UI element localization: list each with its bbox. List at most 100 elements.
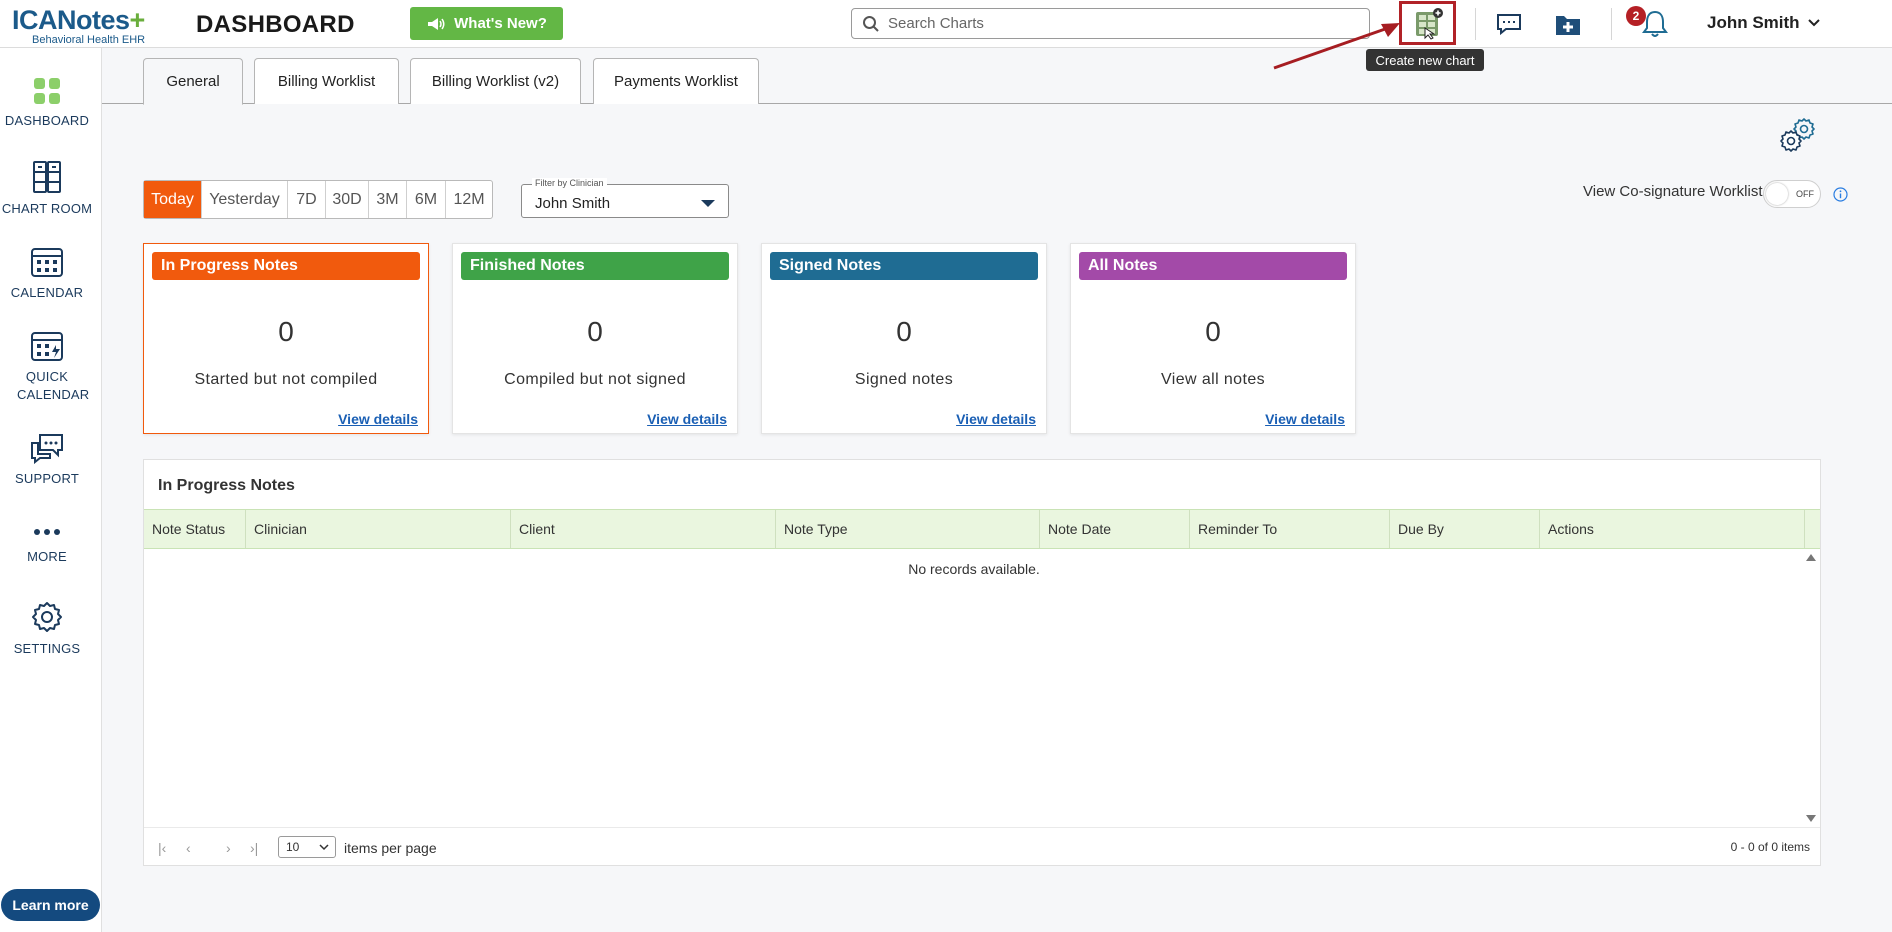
column-header-note-type[interactable]: Note Type (776, 510, 1040, 548)
pager-info: 0 - 0 of 0 items (1730, 840, 1810, 854)
clinician-filter-label: Filter by Clinician (532, 178, 607, 188)
create-new-chart-button[interactable] (1399, 1, 1456, 45)
search-icon (863, 15, 879, 32)
column-header-clinician[interactable]: Clinician (246, 510, 511, 548)
card-title: Finished Notes (461, 252, 729, 280)
view-details-link[interactable]: View details (1265, 411, 1345, 427)
prev-page-icon[interactable]: ‹ (186, 840, 191, 856)
range-option-30d[interactable]: 30D (326, 181, 369, 218)
card-description: Signed notes (854, 371, 954, 388)
page-title: DASHBOARD (196, 11, 355, 38)
card-count: 0 (1205, 316, 1221, 347)
pager: |‹ ‹ › ›| 10 items per page 0 - 0 of 0 i… (144, 827, 1820, 865)
settings-icon (32, 602, 62, 632)
info-icon[interactable] (1833, 187, 1848, 202)
calendar-icon (31, 248, 63, 277)
sidebar-item-settings[interactable]: SETTINGS (0, 600, 94, 658)
sidebar-item-quick-calendar[interactable]: QUICK CALENDAR (0, 330, 94, 404)
caret-down-icon (701, 200, 715, 207)
sidebar-item-calendar[interactable]: CALENDAR (0, 246, 94, 302)
logo-subtitle: Behavioral Health EHR (32, 34, 146, 46)
whats-new-label: What's New? (454, 15, 547, 32)
next-page-icon[interactable]: › (226, 840, 231, 856)
dashboard-settings-gear-icon[interactable] (1778, 116, 1818, 156)
sidebar: DASHBOARD CHART ROOM CALENDAR QUICK CALE… (0, 48, 102, 932)
sidebar-item-more[interactable]: MORE (0, 522, 94, 566)
card-title: In Progress Notes (152, 252, 420, 280)
sidebar-item-label: CHART ROOM (1, 201, 93, 216)
add-record-button[interactable] (1553, 9, 1583, 39)
clinician-filter-dropdown[interactable]: Filter by Clinician John Smith (521, 178, 729, 218)
in-progress-notes-grid: In Progress Notes Note Status Clinician … (143, 459, 1821, 866)
page-size-select[interactable]: 10 (278, 836, 336, 858)
range-option-12m[interactable]: 12M (446, 181, 492, 218)
top-bar: ICANotes+ Behavioral Health EHR DASHBOAR… (0, 0, 1892, 48)
more-icon (34, 529, 60, 535)
view-details-link[interactable]: View details (647, 411, 727, 427)
page-size-value: 10 (286, 840, 300, 854)
column-header-note-status[interactable]: Note Status (144, 510, 246, 548)
card-signed-notes[interactable]: Signed Notes 0 Signed notes View details (761, 243, 1047, 434)
chat-bubble-icon (1497, 14, 1521, 36)
tab-bar: General Billing Worklist Billing Worklis… (102, 48, 1892, 105)
divider (1475, 8, 1476, 40)
card-in-progress-notes[interactable]: In Progress Notes 0 Started but not comp… (143, 243, 429, 434)
view-details-link[interactable]: View details (956, 411, 1036, 427)
add-folder-icon (1556, 16, 1580, 35)
sidebar-item-label: MORE (27, 549, 67, 564)
tab-payments-worklist[interactable]: Payments Worklist (593, 58, 759, 104)
clinician-filter-value: John Smith (535, 195, 611, 212)
range-option-7d[interactable]: 7D (288, 181, 326, 218)
column-header-client[interactable]: Client (511, 510, 776, 548)
dashboard-icon (34, 78, 60, 104)
scroll-up-arrow-icon[interactable] (1806, 554, 1816, 561)
no-records-message: No records available. (908, 561, 1040, 577)
learn-more-button[interactable]: Learn more (1, 889, 100, 921)
last-page-icon[interactable]: ›| (250, 840, 258, 856)
sidebar-item-label: DASHBOARD (4, 113, 90, 128)
chevron-down-icon (319, 844, 329, 851)
column-header-reminder-to[interactable]: Reminder To (1190, 510, 1390, 548)
sidebar-item-label: CALENDAR (10, 285, 84, 300)
cosignature-worklist-label: View Co-signature Worklist (1583, 183, 1763, 200)
tab-billing-worklist-v2[interactable]: Billing Worklist (v2) (410, 58, 581, 104)
first-page-icon[interactable]: |‹ (158, 840, 166, 856)
support-icon (31, 434, 63, 464)
logo-wordmark: ICANotes+ (12, 5, 145, 35)
sidebar-item-chart-room[interactable]: CHART ROOM (0, 160, 94, 218)
messages-button[interactable] (1494, 10, 1524, 38)
column-header-actions: Actions (1540, 510, 1805, 548)
chart-room-icon (33, 161, 61, 193)
column-header-due-by[interactable]: Due By (1390, 510, 1540, 548)
sidebar-item-label: QUICK CALENDAR (17, 369, 90, 402)
card-count: 0 (278, 316, 294, 347)
logo[interactable]: ICANotes+ Behavioral Health EHR (12, 6, 172, 46)
toggle-state-label: OFF (1796, 189, 1814, 199)
view-details-link[interactable]: View details (338, 411, 418, 427)
column-header-note-date[interactable]: Note Date (1040, 510, 1190, 548)
card-title: All Notes (1079, 252, 1347, 280)
user-name: John Smith (1707, 13, 1800, 32)
grid-title: In Progress Notes (158, 477, 295, 494)
range-option-3m[interactable]: 3M (369, 181, 407, 218)
card-all-notes[interactable]: All Notes 0 View all notes View details (1070, 243, 1356, 434)
range-option-today[interactable]: Today (144, 181, 202, 218)
sidebar-item-label: SETTINGS (13, 641, 81, 656)
user-menu[interactable]: John Smith (1707, 13, 1820, 33)
scroll-down-arrow-icon[interactable] (1806, 815, 1816, 822)
cosignature-toggle[interactable]: OFF (1763, 180, 1821, 208)
range-option-6m[interactable]: 6M (407, 181, 446, 218)
range-option-yesterday[interactable]: Yesterday (202, 181, 288, 218)
date-range-selector: Today Yesterday 7D 30D 3M 6M 12M (143, 180, 493, 219)
sidebar-item-dashboard[interactable]: DASHBOARD (0, 76, 94, 130)
notification-count-badge: 2 (1626, 6, 1646, 26)
sidebar-item-support[interactable]: SUPPORT (0, 432, 94, 488)
card-title: Signed Notes (770, 252, 1038, 280)
whats-new-button[interactable]: What's New? (410, 7, 563, 40)
card-finished-notes[interactable]: Finished Notes 0 Compiled but not signed… (452, 243, 738, 434)
card-count: 0 (587, 316, 603, 347)
card-description: View all notes (1160, 371, 1266, 388)
tab-billing-worklist[interactable]: Billing Worklist (254, 58, 399, 104)
tab-general[interactable]: General (143, 58, 243, 105)
sidebar-item-label: SUPPORT (14, 471, 79, 486)
